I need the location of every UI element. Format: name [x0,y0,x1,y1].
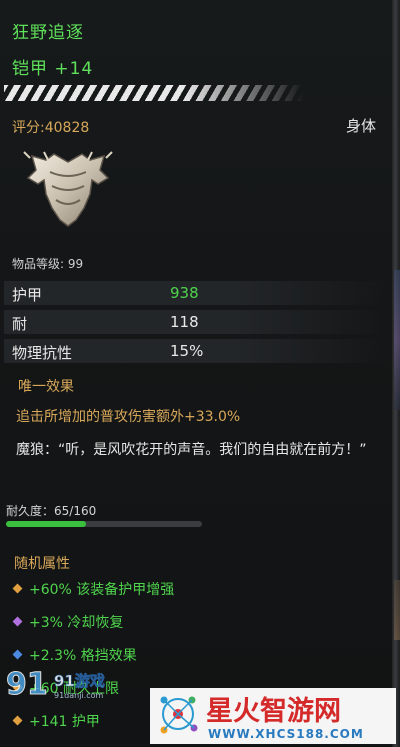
stat-value: 15% [170,342,204,360]
unique-effect-header: 唯一效果 [18,379,74,395]
affix-row: +2.3% 格挡效果 [12,645,137,665]
item-subtype: 铠甲 +14 [12,59,94,79]
item-score: 评分:40828 [12,120,90,136]
affix-row: +141 护甲 [12,711,100,731]
watermark-xinghuo-logo: 星火智游网 WWW.XHCS188.COM [150,688,396,744]
affix-text: +2.3% 格挡效果 [29,648,137,664]
watermark-xinghuo-url: WWW.XHCS188.COM [208,727,364,741]
armor-chest-icon [23,151,113,227]
stat-value: 118 [170,313,199,331]
item-tooltip-panel: 狂野追逐 铠甲 +14 评分:40828 身体 物品等级: 99 护甲 938 … [0,0,393,747]
affix-text: +141 护甲 [29,714,100,730]
flavor-text: 魔狼：“听，是风吹花开的声音。我们的自由就在前方！” [16,442,367,458]
durability-bar-fill [6,521,86,527]
stat-value: 938 [170,284,199,302]
watermark-91-logo: 91 91游戏 91danji.com [6,667,106,703]
watermark-xinghuo-title: 星火智游网 [206,696,341,727]
durability-bar [6,521,202,527]
edge-decoration [394,270,400,410]
affix-text: +60% 该装备护甲增强 [29,582,175,598]
svg-text:91: 91 [6,667,48,702]
rarity-stripe [4,85,304,101]
stat-label: 护甲 [12,286,43,304]
gem-icon [12,616,23,627]
watermark-91-text: 91游戏 [54,672,105,690]
item-name: 狂野追逐 [12,23,84,43]
stat-label: 物理抗性 [12,344,73,362]
durability-label: 耐久度：65/160 [6,504,97,518]
random-affixes-header: 随机属性 [14,556,70,572]
unique-effect-text: 追击所增加的普攻伤害额外+33.0% [16,409,241,425]
affix-row: +3% 冷却恢复 [12,612,124,632]
watermark-91-sub: 91danji.com [54,691,104,700]
item-level: 物品等级: 99 [12,257,84,271]
gem-icon [12,715,23,726]
edge-decoration [394,580,400,640]
stat-label: 耐 [12,315,28,333]
gem-icon [12,649,23,660]
item-slot: 身体 [345,117,376,135]
gem-icon [12,583,23,594]
affix-row: +60% 该装备护甲增强 [12,579,175,599]
affix-text: +3% 冷却恢复 [29,615,124,631]
